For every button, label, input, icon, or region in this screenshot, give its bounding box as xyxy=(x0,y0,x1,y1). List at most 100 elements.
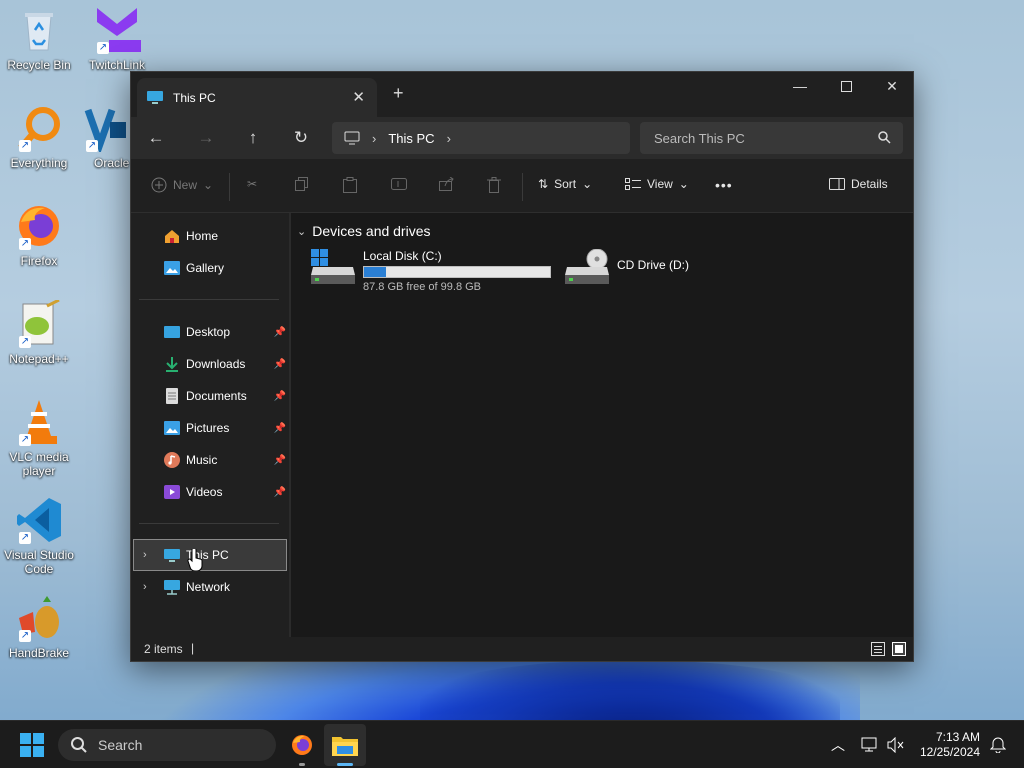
desktop-icon-twitchlink[interactable]: ↗ TwitchLink xyxy=(80,6,154,72)
new-button[interactable]: New ⌄ xyxy=(151,177,213,193)
active-indicator xyxy=(337,763,353,766)
pictures-folder-icon xyxy=(164,421,180,435)
group-header-devices[interactable]: ⌄ Devices and drives xyxy=(297,223,431,239)
desktop-icon-virtualbox[interactable]: ↗ Oracle VirtualBox xyxy=(80,104,132,170)
drive-cd-d[interactable]: CD Drive (D:) xyxy=(565,249,689,285)
expand-chevron-icon[interactable]: › xyxy=(143,581,147,593)
sort-icon: ⇅ xyxy=(538,177,549,191)
minimize-button[interactable]: — xyxy=(777,72,823,100)
recycle-bin-icon xyxy=(15,6,63,54)
taskbar-firefox[interactable] xyxy=(282,721,322,768)
tab-this-pc[interactable]: This PC ✕ xyxy=(137,78,377,117)
gallery-icon xyxy=(164,261,180,275)
bell-icon xyxy=(990,737,1006,753)
desktop-icon-vscode[interactable]: ↗ Visual Studio Code xyxy=(2,496,76,576)
sidebar-item-pictures[interactable]: Pictures 📌 xyxy=(164,413,286,443)
more-options-button[interactable]: ••• xyxy=(715,177,733,193)
copy-button[interactable] xyxy=(295,177,309,191)
sidebar-item-documents[interactable]: Documents 📌 xyxy=(164,381,286,411)
music-folder-icon xyxy=(164,452,180,468)
sidebar-item-downloads[interactable]: Downloads 📌 xyxy=(164,349,286,379)
details-button[interactable]: Details xyxy=(829,177,888,191)
pin-icon[interactable]: 📌 xyxy=(274,455,286,466)
hand-cursor-icon xyxy=(187,549,203,571)
desktop-icon-everything[interactable]: ↗ Everything xyxy=(2,104,76,170)
view-list-icon xyxy=(625,178,641,190)
pin-icon[interactable]: 📌 xyxy=(274,359,286,370)
share-button[interactable] xyxy=(439,177,455,191)
breadcrumb-this-pc[interactable]: This PC xyxy=(388,131,434,146)
breadcrumb-chevron-icon[interactable]: › xyxy=(372,131,376,146)
show-hidden-icons-button[interactable]: ︿ xyxy=(826,721,850,768)
group-title: Devices and drives xyxy=(312,223,431,239)
taskbar: Search ︿ 7:13 AM 12/25/2024 xyxy=(0,720,1024,768)
drive-local-disk-c[interactable]: Local Disk (C:) 87.8 GB free of 99.8 GB xyxy=(311,249,551,293)
network-disconnected-icon xyxy=(861,737,877,752)
large-icons-view-icon[interactable] xyxy=(892,642,906,656)
address-bar[interactable]: › This PC › xyxy=(332,122,630,154)
pin-icon[interactable]: 📌 xyxy=(274,423,286,434)
search-input[interactable]: Search This PC xyxy=(640,122,903,154)
taskbar-search[interactable]: Search xyxy=(58,729,276,761)
close-window-button[interactable]: ✕ xyxy=(869,72,915,100)
sidebar-item-music[interactable]: Music 📌 xyxy=(164,445,286,475)
chevron-up-icon: ︿ xyxy=(831,737,845,753)
running-indicator xyxy=(299,763,305,766)
downloads-folder-icon xyxy=(166,357,178,372)
local-disk-icon xyxy=(311,249,355,284)
sort-button[interactable]: ⇅ Sort ⌄ xyxy=(538,177,592,191)
desktop-icon-firefox[interactable]: ↗ Firefox xyxy=(2,202,76,268)
cut-icon: ✂ xyxy=(247,177,258,191)
taskbar-file-explorer[interactable] xyxy=(324,724,366,766)
forward-arrow-icon[interactable]: → xyxy=(194,128,218,148)
sidebar-item-gallery[interactable]: Gallery xyxy=(164,253,286,283)
firefox-icon: ↗ xyxy=(15,202,63,250)
network-status-button[interactable] xyxy=(858,721,882,768)
drive-info: Local Disk (C:) 87.8 GB free of 99.8 GB xyxy=(363,249,551,293)
copy-icon xyxy=(295,177,308,191)
view-button[interactable]: View ⌄ xyxy=(625,177,689,191)
sidebar-item-this-pc[interactable]: This PC xyxy=(164,540,286,570)
cut-button[interactable]: ✂ xyxy=(247,177,257,191)
desktop-icon-vlc[interactable]: ↗ VLC media player xyxy=(2,398,76,478)
new-label: New xyxy=(173,178,198,192)
notifications-button[interactable] xyxy=(986,721,1010,768)
start-button[interactable] xyxy=(12,721,52,768)
new-tab-button[interactable]: + xyxy=(393,83,404,104)
sidebar-item-network[interactable]: Network xyxy=(164,572,286,602)
file-explorer-window: This PC ✕ + — ✕ ← → ↑ ↻ › This PC › Sear… xyxy=(130,71,914,662)
twitchlink-icon: ↗ xyxy=(93,6,141,54)
desktop-icon-recycle-bin[interactable]: Recycle Bin xyxy=(2,6,76,72)
pin-icon[interactable]: 📌 xyxy=(274,327,286,338)
desktop-icon-handbrake[interactable]: ↗ HandBrake xyxy=(2,594,76,660)
tab-title: This PC xyxy=(173,90,216,105)
sidebar-item-label: Videos xyxy=(186,485,223,499)
details-view-icon[interactable] xyxy=(871,642,885,656)
sidebar-item-desktop[interactable]: Desktop 📌 xyxy=(164,317,286,347)
delete-button[interactable] xyxy=(487,177,501,193)
volume-button[interactable] xyxy=(884,721,908,768)
close-tab-icon[interactable]: ✕ xyxy=(352,88,365,106)
sidebar-item-videos[interactable]: Videos 📌 xyxy=(164,477,286,507)
paste-button[interactable] xyxy=(343,177,357,193)
expand-chevron-icon[interactable]: › xyxy=(143,549,147,561)
shortcut-arrow-icon: ↗ xyxy=(19,336,31,348)
desktop-icon-notepadpp[interactable]: ↗ Notepad++ xyxy=(2,298,76,366)
collapse-chevron-icon[interactable]: ⌄ xyxy=(297,225,306,238)
breadcrumb-chevron-icon[interactable]: › xyxy=(447,131,451,146)
refresh-icon[interactable]: ↻ xyxy=(289,128,313,148)
back-arrow-icon[interactable]: ← xyxy=(144,128,168,148)
notepad-plus-plus-icon: ↗ xyxy=(15,298,63,348)
pin-icon[interactable]: 📌 xyxy=(274,487,286,498)
sidebar-item-home[interactable]: Home xyxy=(164,221,286,251)
up-arrow-icon[interactable]: ↑ xyxy=(241,128,265,148)
rename-button[interactable] xyxy=(391,177,407,191)
taskbar-clock[interactable]: 7:13 AM 12/25/2024 xyxy=(920,730,980,760)
trash-icon xyxy=(487,177,501,193)
desktop-icon-label: Recycle Bin xyxy=(7,58,71,72)
toolbar-divider xyxy=(229,173,230,201)
pin-icon[interactable]: 📌 xyxy=(274,391,286,402)
sidebar-item-label: Gallery xyxy=(186,261,225,275)
maximize-button[interactable] xyxy=(823,72,869,100)
status-bar: 2 items | xyxy=(131,637,913,661)
